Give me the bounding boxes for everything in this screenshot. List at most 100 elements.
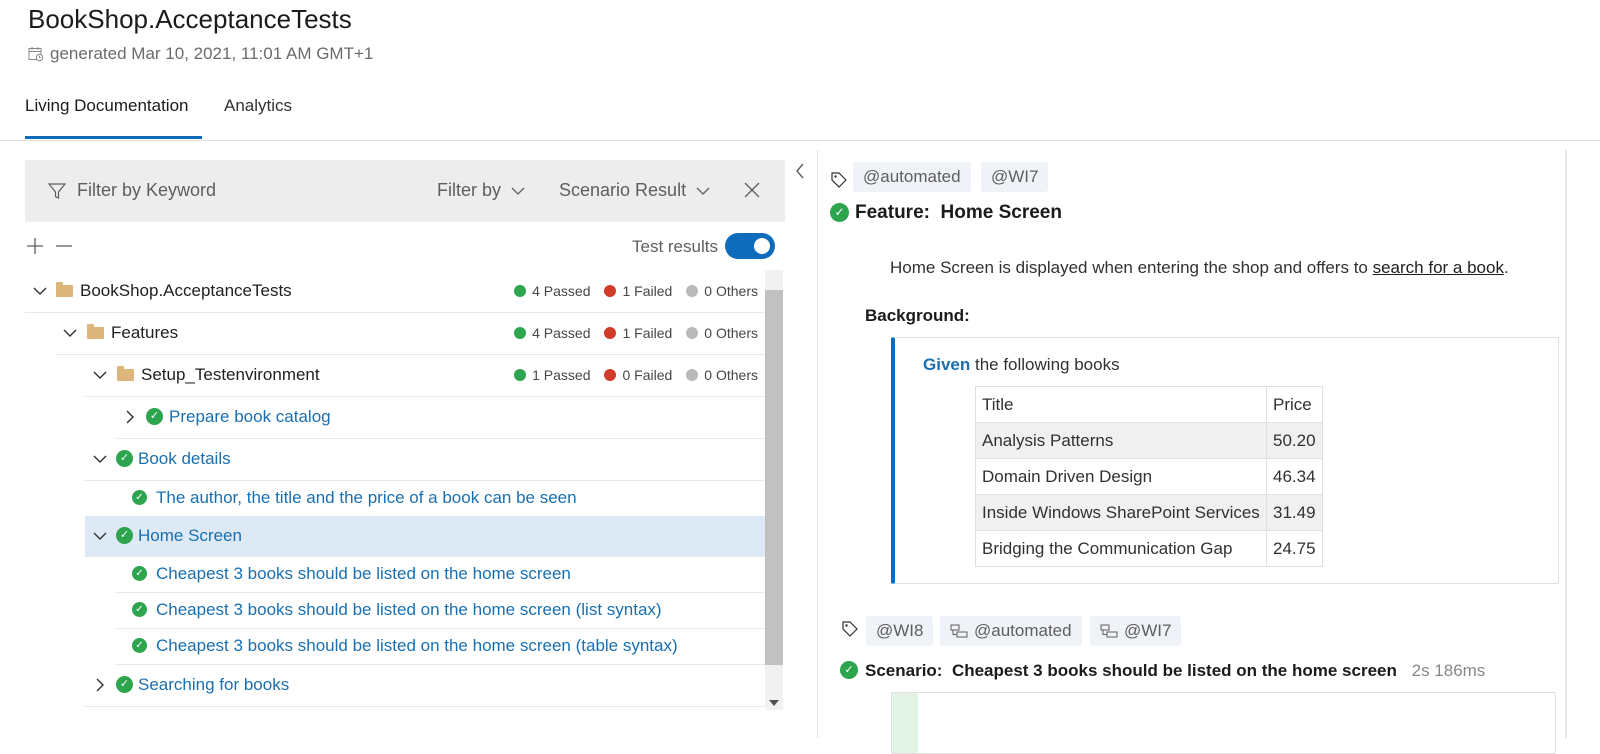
passed-check-icon: ✓ [116,676,133,693]
feature-tag-automated[interactable]: @automated [853,162,971,192]
scroll-down-arrow-icon[interactable] [769,700,779,706]
tree-row-label[interactable]: Book details [138,449,231,469]
table-row: Domain Driven Design 46.34 [975,458,1323,495]
expand-all-button[interactable] [26,237,44,260]
tree-scrollbar[interactable] [765,270,783,710]
passed-count: 1 Passed [514,367,590,383]
chevron-down-icon[interactable] [93,454,107,464]
tree-row[interactable]: ✓ Searching for books [85,664,765,707]
table-cell: 46.34 [1266,458,1323,495]
test-results-toggle[interactable] [725,233,775,259]
keyword-filter-input[interactable]: Filter by Keyword [47,180,216,201]
scenario-keyword: Scenario: [865,661,943,680]
failed-text: 1 Failed [622,283,673,299]
passed-check-icon: ✓ [132,566,147,581]
tab-living-documentation[interactable]: Living Documentation [25,96,188,116]
table-header-price: Price [1266,386,1323,423]
table-row: Inside Windows SharePoint Services 31.49 [975,494,1323,531]
table-header-title: Title [975,386,1267,423]
tree-row-label[interactable]: Cheapest 3 books should be listed on the… [156,600,662,620]
books-table: Title Price Analysis Patterns 50.20 Doma… [975,386,1323,567]
tree-row-label[interactable]: Prepare book catalog [169,407,331,427]
tree-row-label[interactable]: Home Screen [138,526,242,546]
tab-analytics[interactable]: Analytics [224,96,292,116]
scenario-result-dropdown[interactable]: Scenario Result [559,180,710,201]
tree-row[interactable]: BookShop.AcceptanceTests 4 Passed 1 Fail… [25,270,765,313]
background-heading: Background: [865,306,970,325]
feature-tag-wi7[interactable]: @WI7 [981,162,1049,192]
others-text: 0 Others [704,367,758,383]
feature-name: Home Screen [940,202,1062,223]
tree-row-label[interactable]: Cheapest 3 books should be listed on the… [156,636,678,656]
step-text: the following books [970,355,1120,374]
step-status-bar [892,693,918,753]
chevron-down-icon [696,187,710,195]
tree-row-label[interactable]: The author, the title and the price of a… [156,488,577,508]
scenario-tag-wi8[interactable]: @WI8 [866,616,934,646]
test-results-label: Test results [632,237,718,256]
feature-tree: BookShop.AcceptanceTests 4 Passed 1 Fail… [25,270,765,710]
collapse-all-button[interactable] [55,237,73,260]
chevron-down-icon[interactable] [93,531,107,541]
tree-row[interactable]: ✓ Cheapest 3 books should be listed on t… [115,592,765,629]
tree-row[interactable]: Features 4 Passed 1 Failed 0 Others [55,312,765,355]
panel-divider [817,150,818,738]
tree-row[interactable]: ✓ Prepare book catalog [115,396,765,439]
folder-icon [117,366,134,381]
tree-row-selected[interactable]: ✓ Home Screen [85,516,765,557]
table-cell: Analysis Patterns [975,422,1267,459]
feature-keyword: Feature: [855,202,930,223]
tag-icon [831,172,847,188]
scenario-step-box [891,692,1556,754]
chevron-down-icon[interactable] [93,370,107,380]
chevron-down-icon [511,187,525,195]
feature-passed-icon: ✓ [830,203,849,222]
passed-text: 4 Passed [532,325,591,341]
feature-header-shadow [830,226,1568,234]
plus-icon [27,238,43,254]
tree-row[interactable]: ✓ Cheapest 3 books should be listed on t… [115,628,765,665]
scrollbar-thumb[interactable] [765,290,783,665]
step-given: Given the following books [923,355,1120,375]
chevron-right-icon[interactable] [95,678,105,692]
right-panel-scrollbar[interactable] [1565,150,1567,738]
passed-check-icon: ✓ [116,450,133,467]
others-dot-icon [686,327,699,339]
chevron-down-icon[interactable] [63,328,77,338]
table-row: Analysis Patterns 50.20 [975,422,1323,459]
filter-by-dropdown[interactable]: Filter by [437,180,525,201]
page-title: BookShop.AcceptanceTests [28,4,352,34]
scenario-tag-wi7[interactable]: @WI7 [1090,616,1182,646]
chevron-down-icon[interactable] [33,286,47,296]
others-count: 0 Others [686,283,758,299]
minus-icon [56,245,72,247]
others-dot-icon [686,285,699,297]
result-stats: 4 Passed 1 Failed 0 Others [514,325,758,341]
clear-filter-button[interactable] [744,182,760,198]
table-cell: 24.75 [1266,530,1323,567]
tree-row[interactable]: ✓ The author, the title and the price of… [115,480,765,517]
calendar-clock-icon [28,47,44,62]
tree-row-label: Features [111,323,179,342]
toggle-knob [754,238,770,254]
table-cell: Bridging the Communication Gap [975,530,1267,567]
tree-row-label[interactable]: Cheapest 3 books should be listed on the… [156,564,571,584]
tree-row-label[interactable]: Searching for books [138,675,289,695]
failed-count: 1 Failed [604,283,672,299]
passed-check-icon: ✓ [132,490,147,505]
chevron-right-icon[interactable] [125,410,135,424]
table-cell: Domain Driven Design [975,458,1267,495]
tree-row[interactable]: ✓ Cheapest 3 books should be listed on t… [115,556,765,593]
table-cell: 50.20 [1266,422,1323,459]
tree-row[interactable]: ✓ Book details [85,438,765,481]
folder-icon [87,324,104,339]
scenario-result-label: Scenario Result [559,180,687,200]
tree-row[interactable]: Setup_Testenvironment 1 Passed 0 Failed … [85,354,765,397]
scenario-tag-automated[interactable]: @automated [940,616,1082,646]
passed-check-icon: ✓ [116,527,133,544]
others-count: 0 Others [686,325,758,341]
tree-row-label: Setup_Testenvironment [141,365,320,384]
passed-check-icon: ✓ [132,638,147,653]
search-for-a-book-link[interactable]: search for a book [1373,258,1504,277]
collapse-panel-chevron-icon[interactable] [795,163,805,179]
